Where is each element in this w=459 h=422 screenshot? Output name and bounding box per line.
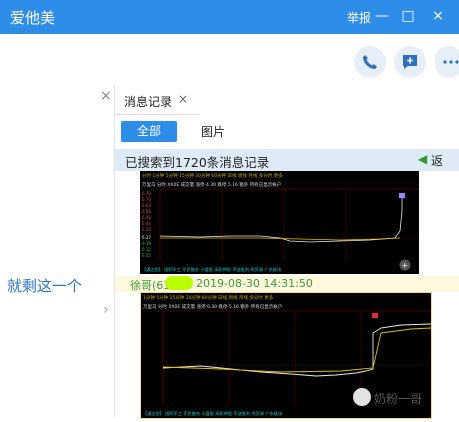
chart-1-bottom-bar: 【通达信】 国防军工 军民融合 小盘股 高质押股 不送股利 壳资源 广东板块 xyxy=(142,266,282,273)
svg-text:+: + xyxy=(402,261,409,270)
svg-text:6.27: 6.27 xyxy=(142,235,151,240)
tab-message-history[interactable]: 消息记录 × xyxy=(115,86,199,115)
collapse-panel-icon[interactable]: × xyxy=(100,88,112,104)
redaction-highlight xyxy=(165,276,193,290)
minimize-icon[interactable]: — xyxy=(372,6,392,26)
chart-1-title: 万里马 分时 XX0E 成交量 涨停 4.30 跌停 5.16 额外 所有已显示… xyxy=(142,181,281,188)
svg-text:6.56: 6.56 xyxy=(142,209,151,214)
chat-toolbar xyxy=(0,34,459,87)
svg-text:6.41: 6.41 xyxy=(142,221,151,226)
brand-logo-icon xyxy=(353,388,371,406)
stock-chart-image-1[interactable]: 分时 1分钟 5分钟 15分钟 30分钟 60分钟 日线 周线 月线 多分时 更… xyxy=(140,171,419,274)
back-link[interactable]: 返 xyxy=(431,152,443,169)
svg-text:6.63: 6.63 xyxy=(142,203,151,208)
phone-icon xyxy=(363,55,377,69)
svg-text:6.19: 6.19 xyxy=(142,241,151,246)
window-title: 爱他美 xyxy=(10,9,56,27)
search-result-count: 已搜索到1720条消息记录 xyxy=(125,155,270,170)
message-sender-line: 徐哥(61 2019-08-30 14:31:50 xyxy=(115,276,459,292)
expand-panel-icon[interactable]: › xyxy=(103,302,109,318)
svg-text:6.70: 6.70 xyxy=(142,197,151,202)
maximize-icon[interactable]: □ xyxy=(398,6,418,26)
brand-watermark: 奶粉一哥 xyxy=(374,392,423,406)
message-timestamp: 2019-08-30 14:31:50 xyxy=(196,277,313,290)
more-icon xyxy=(443,60,459,64)
search-result-bar: 已搜索到1720条消息记录 ◀ 返 xyxy=(115,149,459,171)
chart-2-header: 1分钟 5分钟 15分钟 30分钟 60分钟 日线 周线 月线 多分时 更多 xyxy=(143,294,274,301)
chat-message-area: × 就剩这一个 › xyxy=(0,86,115,417)
filter-all-button[interactable]: 全部 xyxy=(121,121,177,142)
svg-text:6.34: 6.34 xyxy=(142,227,151,232)
title-bar: 爱他美 举报 — □ × xyxy=(0,0,459,34)
chart-1-svg: 分时 1分钟 5分钟 15分钟 30分钟 60分钟 日线 周线 月线 多分时 更… xyxy=(142,172,419,273)
chart-2-bottom-bar: 【通达信】 国防军工 军民融合 小盘股 高质押股 不送股利 壳资源 广东板块 xyxy=(143,410,283,417)
svg-text:6.12: 6.12 xyxy=(142,247,151,252)
message-plus-icon xyxy=(403,55,417,69)
tab-close-icon[interactable]: × xyxy=(178,92,188,106)
svg-text:6.05: 6.05 xyxy=(142,253,151,258)
more-button[interactable] xyxy=(435,46,459,78)
back-arrow-icon[interactable]: ◀ xyxy=(418,152,427,166)
chart-1-header: 分时 1分钟 5分钟 15分钟 30分钟 60分钟 日线 周线 月线 多分时 更… xyxy=(142,172,283,179)
close-icon[interactable]: × xyxy=(428,6,448,26)
sender-name: 徐哥(61 xyxy=(130,279,171,292)
filter-images-button[interactable]: 图片 xyxy=(201,123,225,140)
message-history-panel: 消息记录 × 全部 图片 已搜索到1720条消息记录 ◀ 返 分时 1分钟 5分… xyxy=(115,86,459,419)
chart-2-title: 万里马 分时 XX0E 成交量 涨停 6.30 跌停 5.16 额外 所有已显示… xyxy=(143,303,282,310)
tab-label: 消息记录 xyxy=(124,95,173,109)
svg-text:6.48: 6.48 xyxy=(142,215,151,220)
report-button[interactable]: 举报 xyxy=(347,9,371,26)
phone-call-button[interactable] xyxy=(354,46,386,78)
svg-text:6.78: 6.78 xyxy=(142,191,151,196)
message-button[interactable] xyxy=(394,46,426,78)
chart-1-price-ticks: 6.78 6.70 6.63 6.56 6.48 6.41 6.34 6.27 … xyxy=(142,191,151,258)
chat-message-text: 就剩这一个 xyxy=(7,277,83,295)
